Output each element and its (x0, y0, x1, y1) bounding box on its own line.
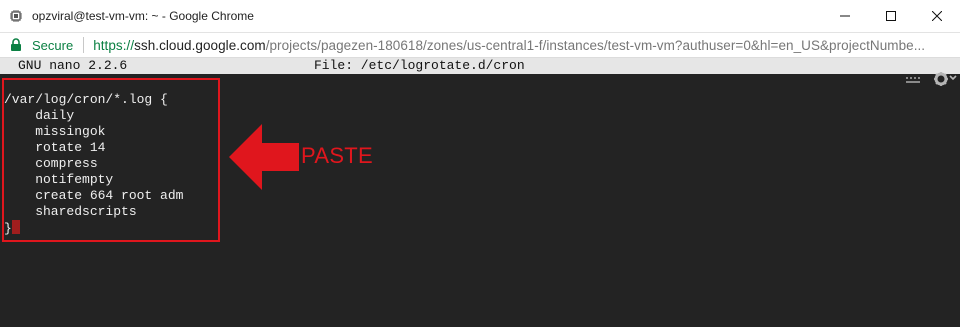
nano-version: GNU nano 2.2.6 (18, 58, 128, 73)
url-host: ssh.cloud.google.com (134, 37, 266, 53)
close-icon (932, 11, 942, 21)
terminal-app-icon (8, 8, 24, 24)
gear-icon[interactable] (934, 72, 948, 86)
chevron-down-icon[interactable] (949, 75, 957, 81)
url-scheme: https:// (93, 37, 135, 53)
url-path: /projects/pagezen-180618/zones/us-centra… (265, 37, 926, 53)
paste-highlight-box (2, 78, 220, 242)
lock-icon[interactable] (10, 38, 24, 52)
secure-label[interactable]: Secure (32, 38, 73, 53)
terminal-toolbar (880, 72, 960, 96)
maximize-button[interactable] (868, 0, 914, 32)
url-text[interactable]: https://ssh.cloud.google.com/projects/pa… (93, 38, 925, 53)
window-controls (822, 0, 960, 32)
nano-filename: File: /etc/logrotate.d/cron (314, 58, 525, 73)
window-titlebar: opzviral@test-vm-vm: ~ - Google Chrome (0, 0, 960, 32)
window-title: opzviral@test-vm-vm: ~ - Google Chrome (32, 9, 254, 23)
close-button[interactable] (914, 0, 960, 32)
maximize-icon (886, 11, 896, 21)
left-arrow-icon (229, 124, 299, 190)
nano-header: GNU nano 2.2.6 File: /etc/logrotate.d/cr… (0, 58, 960, 74)
keyboard-icon[interactable] (906, 77, 920, 83)
address-bar[interactable]: Secure https://ssh.cloud.google.com/proj… (0, 32, 960, 58)
minimize-button[interactable] (822, 0, 868, 32)
minimize-icon (840, 15, 850, 17)
address-separator (83, 37, 85, 53)
paste-annotation-label: PASTE (301, 143, 374, 168)
